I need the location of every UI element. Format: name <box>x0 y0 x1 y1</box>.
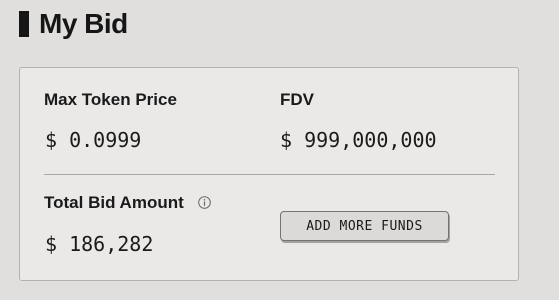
card-divider <box>44 174 495 175</box>
info-icon[interactable] <box>198 196 211 209</box>
fdv-label: FDV <box>280 90 314 109</box>
total-bid-amount-value: $ 186,282 <box>45 232 154 256</box>
max-token-price-label: Max Token Price <box>44 90 177 109</box>
fdv-value: $ 999,000,000 <box>280 128 437 152</box>
page-title: My Bid <box>39 8 128 39</box>
header-accent-bar <box>19 11 29 37</box>
max-token-price-value: $ 0.0999 <box>45 128 142 152</box>
total-bid-amount-label: Total Bid Amount <box>44 193 184 212</box>
section-header: My Bid <box>19 8 128 40</box>
add-more-funds-button[interactable]: ADD MORE FUNDS <box>280 211 449 241</box>
bid-summary-card: Max Token Price $ 0.0999 FDV $ 999,000,0… <box>19 67 519 281</box>
